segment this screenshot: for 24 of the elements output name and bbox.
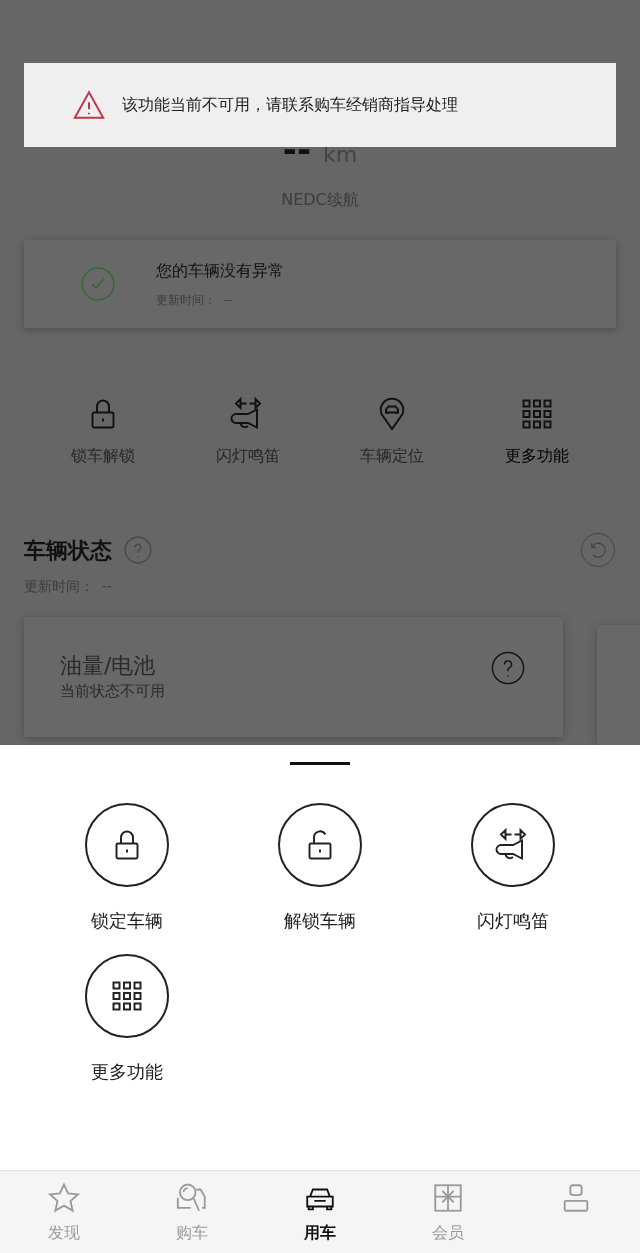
- tab[interactable]: 发现: [0, 1181, 128, 1245]
- action-button[interactable]: 更多功能: [30, 954, 224, 1085]
- toast-message: 该功能当前不可用，请联系购车经销商指导处理: [122, 94, 458, 116]
- warning-icon: [72, 88, 106, 122]
- tab[interactable]: 用车: [256, 1181, 384, 1245]
- tab[interactable]: 会员: [384, 1181, 512, 1245]
- check-circle-icon: [80, 266, 116, 302]
- card-title: 油量/电池: [60, 652, 157, 680]
- gift-icon: [431, 1181, 465, 1215]
- drag-handle[interactable]: [290, 762, 350, 765]
- refresh-icon[interactable]: [580, 532, 616, 568]
- help-icon[interactable]: [491, 651, 525, 685]
- section-title: 车辆状态: [24, 536, 112, 565]
- action-button[interactable]: 解锁车辆: [223, 803, 417, 934]
- status-title: 您的车辆没有异常: [156, 260, 284, 282]
- update-value: --: [224, 292, 233, 309]
- range-value: --: [282, 132, 312, 166]
- star-icon: [47, 1181, 81, 1215]
- quick-action-button[interactable]: 更多功能: [464, 396, 609, 468]
- action-button[interactable]: 闪灯鸣笛: [416, 803, 610, 934]
- update-value: --: [102, 577, 113, 596]
- tab[interactable]: 购车: [128, 1181, 256, 1245]
- action-button[interactable]: 锁定车辆: [30, 803, 224, 934]
- help-icon[interactable]: [124, 536, 152, 564]
